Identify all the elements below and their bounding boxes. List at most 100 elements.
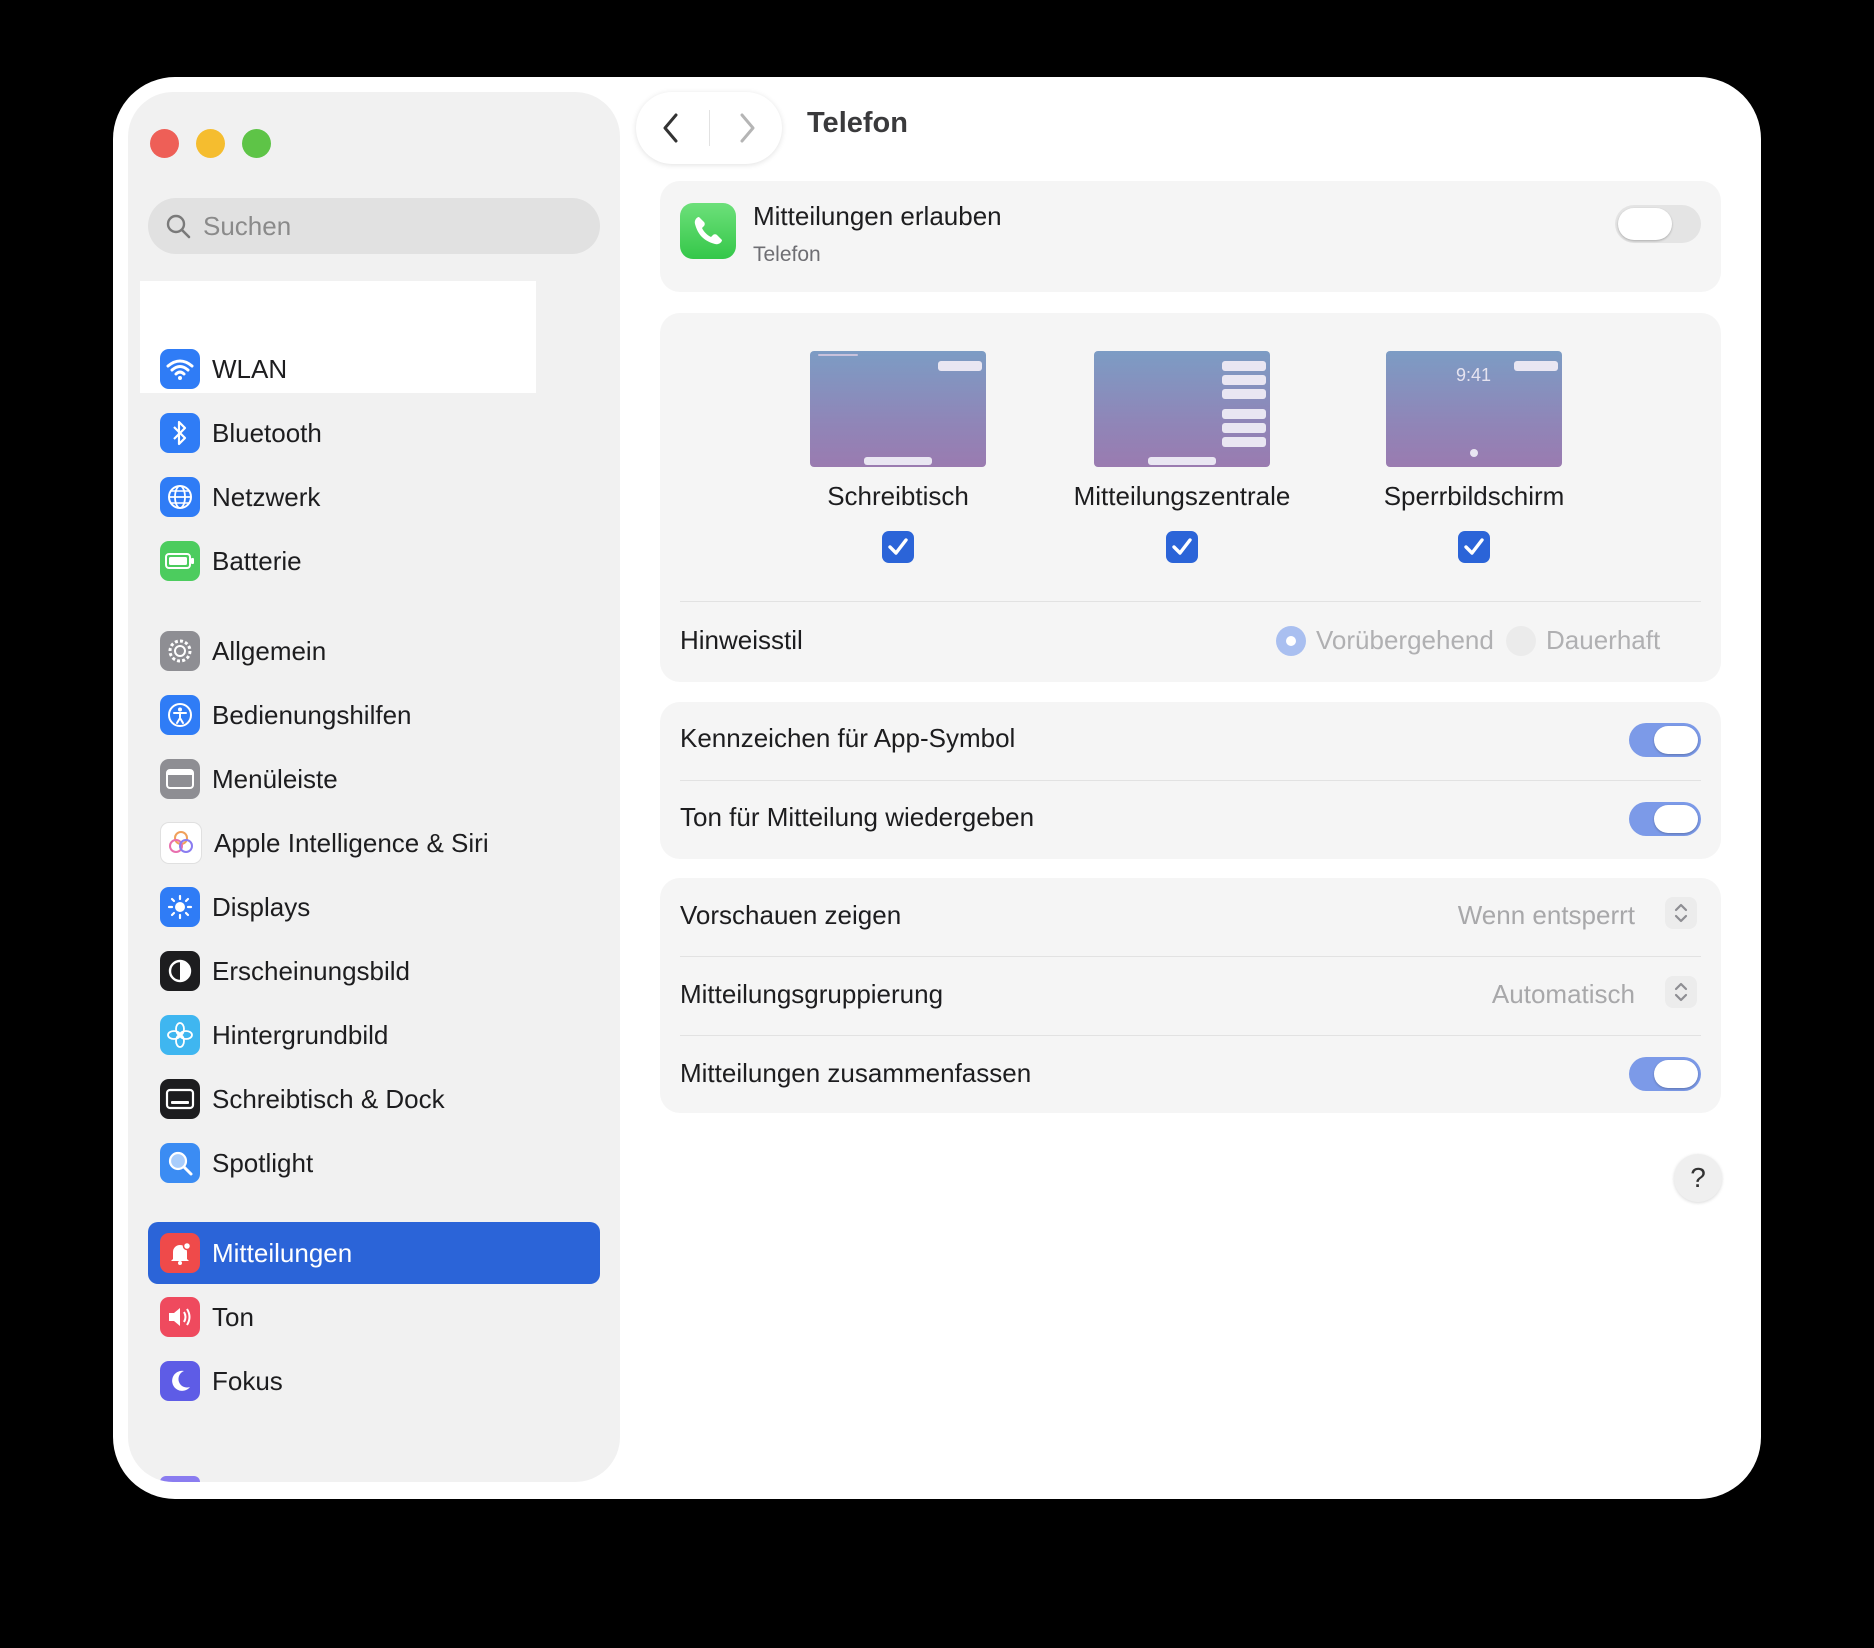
sidebar-item-menueleiste[interactable]: Menüleiste (148, 748, 600, 810)
chevron-right-icon (740, 113, 755, 143)
divider (680, 1035, 1701, 1036)
sound-toggle[interactable] (1629, 802, 1701, 836)
speaker-icon (160, 1297, 200, 1337)
close-window-button[interactable] (150, 129, 179, 158)
sidebar-item-label: Batterie (212, 545, 302, 576)
sidebar-item-label: Displays (212, 891, 311, 922)
navigation-buttons (636, 92, 782, 164)
sidebar-next-item-icon (160, 1476, 200, 1482)
notification-center-label: Mitteilungszentrale (1073, 481, 1291, 511)
menubar-icon (160, 759, 200, 799)
sidebar-item-bluetooth[interactable]: Bluetooth (148, 402, 600, 464)
sidebar-item-label: Spotlight (212, 1147, 314, 1178)
nav-divider (709, 110, 710, 146)
sidebar-item-allgemein[interactable]: Allgemein (148, 620, 600, 682)
sidebar-item-label: Ton (212, 1301, 254, 1332)
lock-screen-checkbox[interactable] (1458, 531, 1490, 563)
desktop-checkbox[interactable] (882, 531, 914, 563)
sidebar-item-schreibtisch-dock[interactable]: Schreibtisch & Dock (148, 1068, 600, 1130)
sidebar-item-label: Schreibtisch & Dock (212, 1083, 445, 1114)
bell-icon (160, 1233, 200, 1273)
preview-options-card: Vorschauen zeigen Wenn entsperrt Mitteil… (660, 878, 1721, 1113)
sidebar-item-erscheinungsbild[interactable]: Erscheinungsbild (148, 940, 600, 1002)
flower-icon (160, 1015, 200, 1055)
previews-value[interactable]: Wenn entsperrt (1458, 900, 1635, 931)
previews-label: Vorschauen zeigen (680, 900, 902, 930)
sidebar-item-fokus[interactable]: Fokus (148, 1350, 600, 1412)
appearance-icon (160, 951, 200, 991)
grouping-popup-button[interactable] (1665, 976, 1697, 1008)
search-placeholder: Suchen (203, 210, 292, 241)
sidebar-item-spotlight[interactable]: Spotlight (148, 1132, 600, 1194)
accessibility-icon (160, 695, 200, 735)
sidebar-item-label: Apple Intelligence & Siri (214, 827, 489, 858)
lock-screen-preview-image: 9:41 (1386, 351, 1562, 467)
magnifier-icon (160, 1143, 200, 1183)
sidebar-item-bedienungshilfen[interactable]: Bedienungshilfen (148, 684, 600, 746)
allow-notifications-title: Mitteilungen erlauben (753, 201, 1002, 231)
sidebar-item-label: Bluetooth (212, 417, 322, 448)
sidebar-item-label: Mitteilungen (212, 1237, 353, 1268)
wifi-icon (160, 349, 200, 389)
sidebar-item-label: Bedienungshilfen (212, 699, 412, 730)
lock-screen-label: Sperrbildschirm (1383, 481, 1565, 511)
desktop-label: Schreibtisch (827, 481, 969, 511)
chevron-left-icon (663, 113, 678, 143)
alert-style-persistent-label: Dauerhaft (1546, 625, 1661, 655)
sidebar-item-label: Netzwerk (212, 481, 321, 512)
sidebar-item-apple-intelligence-siri[interactable]: Apple Intelligence & Siri (148, 812, 600, 874)
settings-window: Suchen WLAN Bluetooth Netzwerk Batterie … (113, 77, 1761, 1499)
gear-icon (160, 631, 200, 671)
badge-label: Kennzeichen für App-Symbol (680, 723, 1016, 753)
search-field[interactable]: Suchen (148, 198, 600, 254)
checkmark-icon (888, 538, 908, 555)
sidebar-item-label: Menüleiste (212, 763, 338, 794)
sidebar: Suchen WLAN Bluetooth Netzwerk Batterie … (128, 92, 620, 1482)
page-title: Telefon (807, 107, 908, 139)
forward-button[interactable] (712, 92, 782, 164)
sidebar-item-label: Allgemein (212, 635, 327, 666)
sidebar-item-hintergrundbild[interactable]: Hintergrundbild (148, 1004, 600, 1066)
bluetooth-icon (160, 413, 200, 453)
lock-screen-clock: 9:41 (1456, 365, 1492, 385)
minimize-window-button[interactable] (196, 129, 225, 158)
divider (680, 780, 1701, 781)
search-icon (166, 214, 191, 239)
sidebar-item-batterie[interactable]: Batterie (148, 530, 600, 592)
help-button[interactable]: ? (1674, 1154, 1722, 1202)
sidebar-item-displays[interactable]: Displays (148, 876, 600, 938)
chevron-up-down-icon (1674, 982, 1688, 1002)
zoom-window-button[interactable] (242, 129, 271, 158)
previews-popup-button[interactable] (1665, 897, 1697, 929)
checkmark-icon (1172, 538, 1192, 555)
chevron-up-down-icon (1674, 903, 1688, 923)
sidebar-item-wlan[interactable]: WLAN (148, 338, 600, 400)
sidebar-item-label: WLAN (212, 353, 288, 384)
alert-style-persistent-radio[interactable] (1506, 626, 1536, 656)
allow-notifications-toggle[interactable] (1615, 205, 1701, 243)
brightness-icon (160, 887, 200, 927)
badge-sound-card: Kennzeichen für App-Symbol Ton für Mitte… (660, 702, 1721, 859)
sidebar-item-netzwerk[interactable]: Netzwerk (148, 466, 600, 528)
moon-icon (160, 1361, 200, 1401)
sidebar-item-ton[interactable]: Ton (148, 1286, 600, 1348)
phone-icon (680, 203, 736, 259)
grouping-label: Mitteilungsgruppierung (680, 979, 944, 1009)
sidebar-item-mitteilungen[interactable]: Mitteilungen (148, 1222, 600, 1284)
back-button[interactable] (636, 92, 706, 164)
sidebar-item-label: Hintergrundbild (212, 1019, 389, 1050)
allow-notifications-subtitle: Telefon (753, 243, 821, 266)
alert-style-temporary-label: Vorübergehend (1316, 625, 1494, 655)
notification-center-checkbox[interactable] (1166, 531, 1198, 563)
badge-toggle[interactable] (1629, 723, 1701, 757)
divider (680, 956, 1701, 957)
sound-label: Ton für Mitteilung wiedergeben (680, 802, 1035, 832)
battery-icon (160, 541, 200, 581)
checkmark-icon (1464, 538, 1484, 555)
allow-notifications-card: Mitteilungen erlauben Telefon (660, 181, 1721, 292)
summarize-toggle[interactable] (1629, 1057, 1701, 1091)
alert-style-temporary-radio[interactable] (1276, 626, 1306, 656)
grouping-value[interactable]: Automatisch (1492, 979, 1635, 1010)
sidebar-item-label: Fokus (212, 1365, 283, 1396)
desktop-preview-image (810, 351, 986, 467)
